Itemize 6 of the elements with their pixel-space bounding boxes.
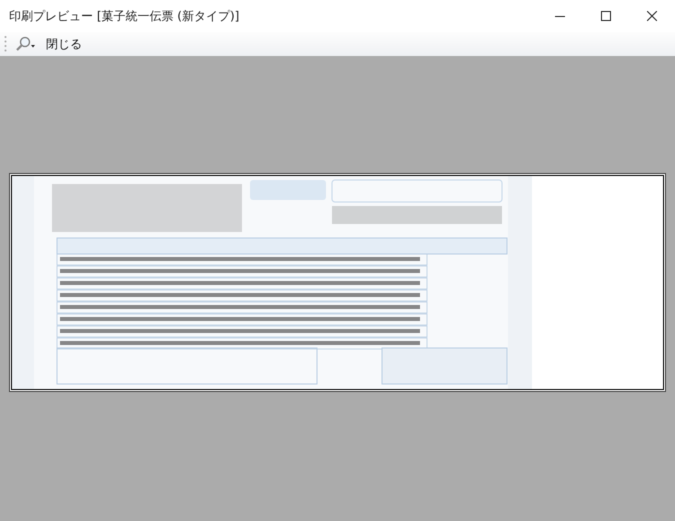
window-title: 印刷プレビュー [菓子統一伝票 (新タイプ)] xyxy=(8,8,240,24)
toolbar-grip-icon xyxy=(4,35,7,53)
close-icon xyxy=(647,11,657,21)
close-preview-button[interactable]: 閉じる xyxy=(43,33,85,55)
maximize-icon xyxy=(601,11,611,21)
magnifier-icon xyxy=(14,36,36,52)
